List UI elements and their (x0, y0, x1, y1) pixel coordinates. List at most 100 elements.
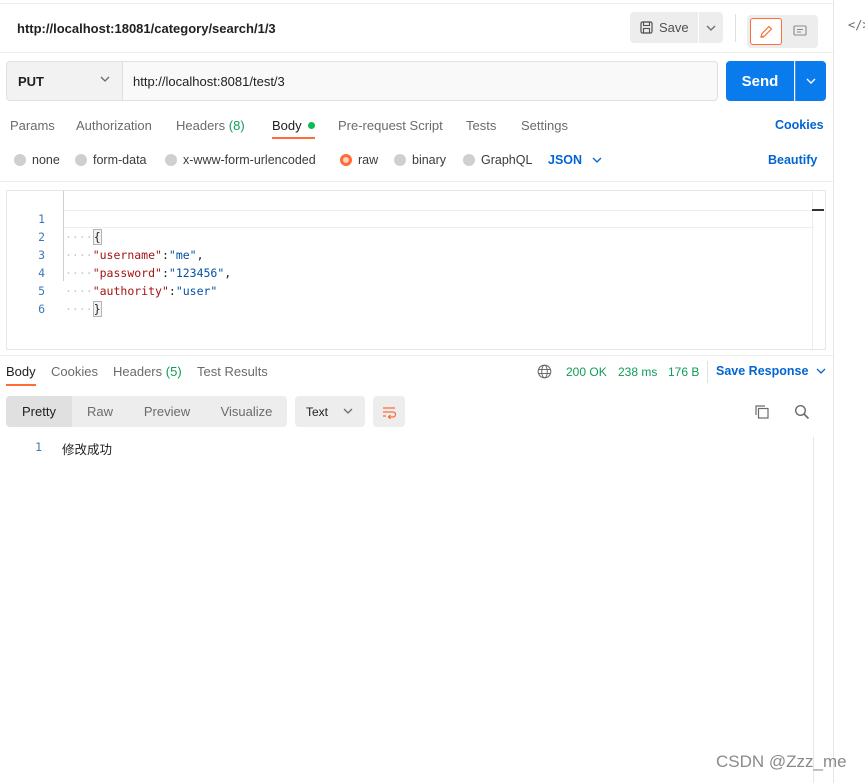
right-sidebar: </> (833, 0, 865, 783)
tab-pre-request-script[interactable]: Pre-request Script (338, 118, 443, 133)
tab-settings[interactable]: Settings (521, 118, 568, 133)
code-line: 3 ····"password":"123456", (7, 228, 807, 280)
documentation-mode-button[interactable] (785, 18, 815, 45)
divider (0, 355, 833, 356)
chevron-down-icon (806, 78, 816, 84)
code-snippet-icon[interactable]: </> (848, 18, 865, 32)
response-size[interactable]: 176 B (668, 365, 699, 379)
edit-mode-button[interactable] (750, 18, 782, 45)
view-pretty-button[interactable]: Pretty (6, 396, 72, 427)
language-select[interactable]: JSON (548, 153, 602, 167)
chevron-down-icon (592, 157, 602, 163)
tab-tests[interactable]: Tests (466, 118, 496, 133)
radio-label: binary (412, 153, 447, 167)
tab-label: Headers (176, 118, 226, 133)
send-options-button[interactable] (795, 61, 826, 101)
status-code[interactable]: 200 OK (566, 365, 607, 379)
radio-label: GraphQL (481, 153, 533, 167)
chevron-down-icon (706, 25, 716, 31)
format-label: Text (306, 404, 329, 419)
response-tab-headers[interactable]: Headers (5) (113, 364, 182, 379)
line-number: 6 (38, 302, 45, 316)
request-tabs: Params Authorization Headers (8) Body Pr… (0, 110, 833, 142)
tab-label: Cookies (51, 364, 98, 379)
scrollbar-marker (812, 209, 824, 211)
code-line: 5 ····} (7, 264, 807, 317)
tab-label: Pre-request Script (338, 118, 443, 133)
response-format-select[interactable]: Text (295, 396, 365, 427)
response-view-modes: Pretty Raw Preview Visualize (6, 396, 287, 427)
radio-form-data[interactable]: form-data (75, 153, 147, 167)
cookies-link[interactable]: Cookies (775, 118, 824, 132)
globe-icon[interactable] (537, 364, 552, 379)
save-response-button[interactable]: Save Response (716, 364, 826, 378)
view-label: Pretty (22, 404, 56, 419)
tab-headers[interactable]: Headers (8) (176, 118, 245, 133)
view-preview-button[interactable]: Preview (128, 396, 206, 427)
active-tab-indicator (272, 137, 315, 139)
tab-params[interactable]: Params (10, 118, 55, 133)
response-tab-test-results[interactable]: Test Results (197, 364, 268, 379)
view-label: Preview (143, 404, 191, 419)
tab-label: Test Results (197, 364, 268, 379)
tab-authorization[interactable]: Authorization (76, 118, 152, 133)
code-line: 1 ····{ (7, 192, 807, 245)
divider (735, 14, 736, 42)
view-visualize-button[interactable]: Visualize (206, 396, 287, 427)
tab-label: Tests (466, 118, 497, 133)
view-label: Visualize (220, 404, 273, 419)
url-bar: PUT (6, 61, 718, 101)
tab-count: (8) (228, 118, 245, 133)
save-button[interactable]: Save (630, 12, 698, 43)
tab-label: Body (6, 364, 36, 379)
beautify-link[interactable]: Beautify (768, 153, 817, 167)
close-brace: } (92, 301, 102, 317)
copy-icon[interactable] (754, 404, 770, 420)
request-body-editor[interactable]: 1 ····{ 2 ····"username":"me", 3 ····"pa… (6, 190, 826, 350)
editor-scrollbar[interactable] (812, 191, 825, 349)
save-response-label: Save Response (716, 364, 809, 378)
method-label: PUT (18, 73, 44, 89)
response-tab-cookies[interactable]: Cookies (51, 364, 98, 379)
save-icon (640, 21, 653, 34)
view-raw-button[interactable]: Raw (72, 396, 128, 427)
tab-label: Settings (521, 118, 568, 133)
radio-label: none (32, 153, 60, 167)
method-select[interactable]: PUT (7, 62, 123, 100)
request-title[interactable]: http://localhost:18081/category/search/1… (17, 21, 276, 36)
save-options-button[interactable] (699, 12, 723, 43)
chevron-down-icon (100, 76, 110, 82)
divider (0, 52, 833, 53)
radio-binary[interactable]: binary (394, 153, 446, 167)
tab-count: (5) (165, 364, 182, 379)
view-label: Raw (86, 404, 113, 419)
wrap-lines-icon (383, 406, 397, 419)
radio-circle-icon (75, 154, 87, 166)
search-icon[interactable] (794, 404, 810, 420)
radio-none[interactable]: none (14, 153, 60, 167)
radio-circle-icon (14, 154, 26, 166)
radio-circle-icon (463, 154, 475, 166)
radio-label: x-www-form-urlencoded (183, 153, 316, 167)
radio-selected-icon (340, 154, 352, 166)
response-scrollbar[interactable] (813, 437, 814, 783)
radio-label: raw (358, 153, 379, 167)
radio-label: form-data (93, 153, 147, 167)
radio-graphql[interactable]: GraphQL (463, 153, 532, 167)
radio-raw[interactable]: raw (340, 153, 378, 167)
response-body-viewer[interactable]: 1 修改成功 (0, 437, 833, 783)
tab-label: Params (10, 118, 55, 133)
tab-body[interactable]: Body (272, 118, 315, 133)
line-number: 1 (35, 440, 42, 454)
pencil-icon (760, 25, 773, 38)
code-line: 4 ····"authority":"user" (7, 246, 807, 298)
radio-x-www-form-urlencoded[interactable]: x-www-form-urlencoded (165, 153, 316, 167)
body-type-selector: none form-data x-www-form-urlencoded raw… (0, 148, 833, 176)
send-button[interactable]: Send (726, 61, 794, 101)
url-input[interactable] (133, 62, 713, 100)
response-time[interactable]: 238 ms (618, 365, 657, 379)
save-label: Save (659, 20, 689, 35)
response-tab-body[interactable]: Body (6, 364, 36, 379)
response-text: 修改成功 (62, 442, 113, 457)
wrap-lines-button[interactable] (373, 396, 405, 427)
